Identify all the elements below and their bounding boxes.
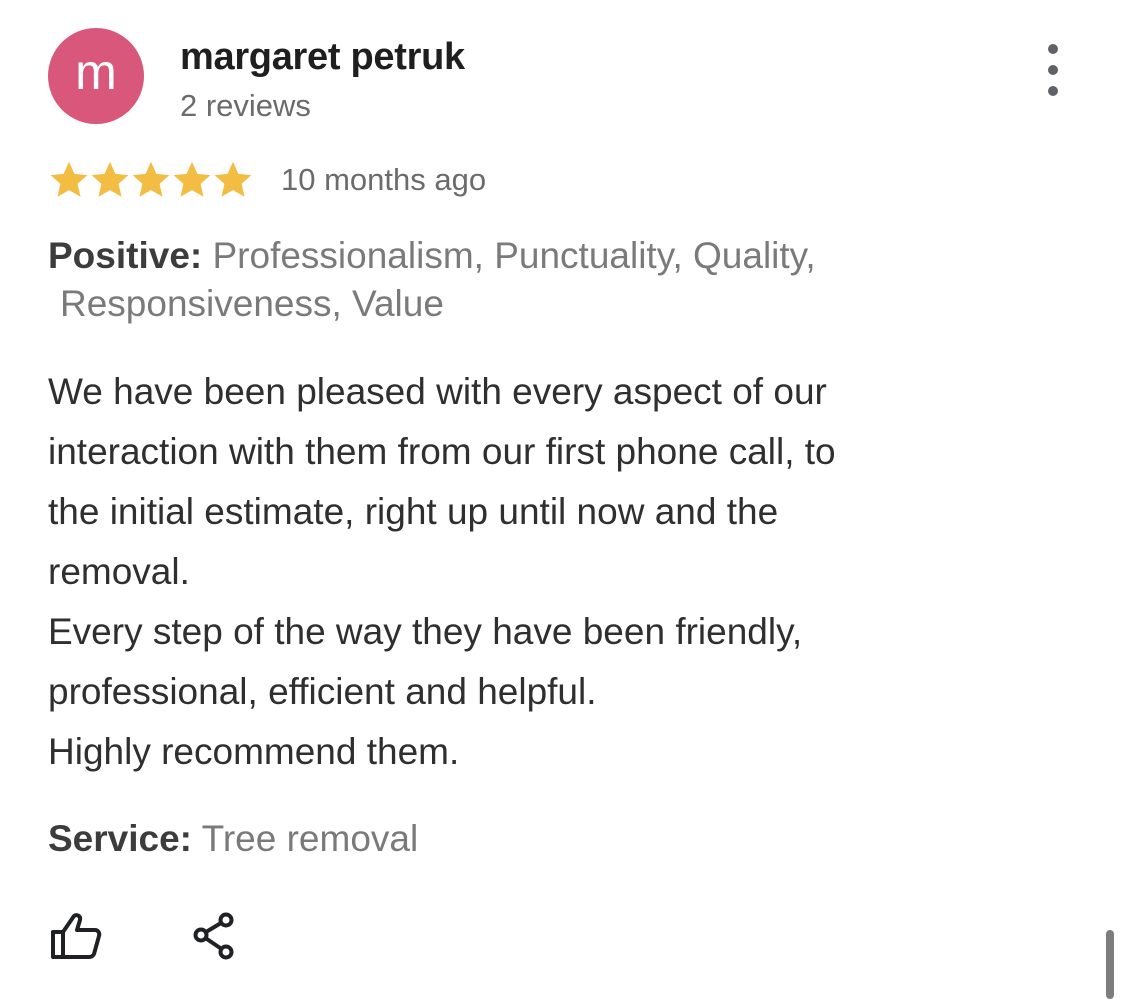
avatar[interactable]: m: [48, 28, 144, 124]
review-text: We have been pleased with every aspect o…: [48, 362, 1048, 782]
star-icon: [171, 159, 212, 201]
review-text-line: the initial estimate, right up until now…: [48, 491, 779, 532]
more-vert-icon-dot-3: [1048, 86, 1058, 96]
like-button[interactable]: [46, 908, 106, 964]
service-value: Tree removal: [201, 818, 419, 859]
review-text-line: Every step of the way they have been fri…: [48, 611, 803, 652]
more-vert-icon-dot-1: [1048, 44, 1058, 54]
service-info: Service: Tree removal: [48, 814, 418, 864]
review-count[interactable]: 2 reviews: [180, 88, 311, 124]
review-text-line: We have been pleased with every aspect o…: [48, 371, 827, 412]
review-text-line: removal.: [48, 551, 190, 592]
review-text-line: Highly recommend them.: [48, 731, 460, 772]
share-button[interactable]: [186, 908, 242, 964]
star-rating: [48, 159, 253, 201]
more-vert-icon-dot-2: [1048, 65, 1058, 75]
review-text-line: interaction with them from our first pho…: [48, 431, 836, 472]
review-time: 10 months ago: [281, 162, 487, 197]
rating-row: 10 months ago: [48, 154, 486, 206]
star-icon: [212, 159, 253, 201]
share-icon: [193, 912, 234, 960]
service-label: Service:: [48, 818, 192, 859]
reviewer-name[interactable]: margaret petruk: [180, 36, 465, 79]
scrollbar[interactable]: [1106, 930, 1114, 999]
thumbs-up-icon: [51, 913, 102, 959]
positive-values-line1: Professionalism, Punctuality, Quality,: [212, 235, 816, 276]
review-text-line: professional, efficient and helpful.: [48, 671, 597, 712]
avatar-letter: m: [75, 44, 117, 100]
more-options-button[interactable]: [1034, 44, 1072, 96]
positive-label: Positive:: [48, 235, 203, 276]
positive-attributes: Positive: Professionalism, Punctuality, …: [48, 232, 1048, 328]
star-icon: [48, 159, 89, 201]
star-icon: [89, 159, 130, 201]
positive-values-line2: Responsiveness, Value: [60, 283, 444, 324]
star-icon: [130, 159, 171, 201]
